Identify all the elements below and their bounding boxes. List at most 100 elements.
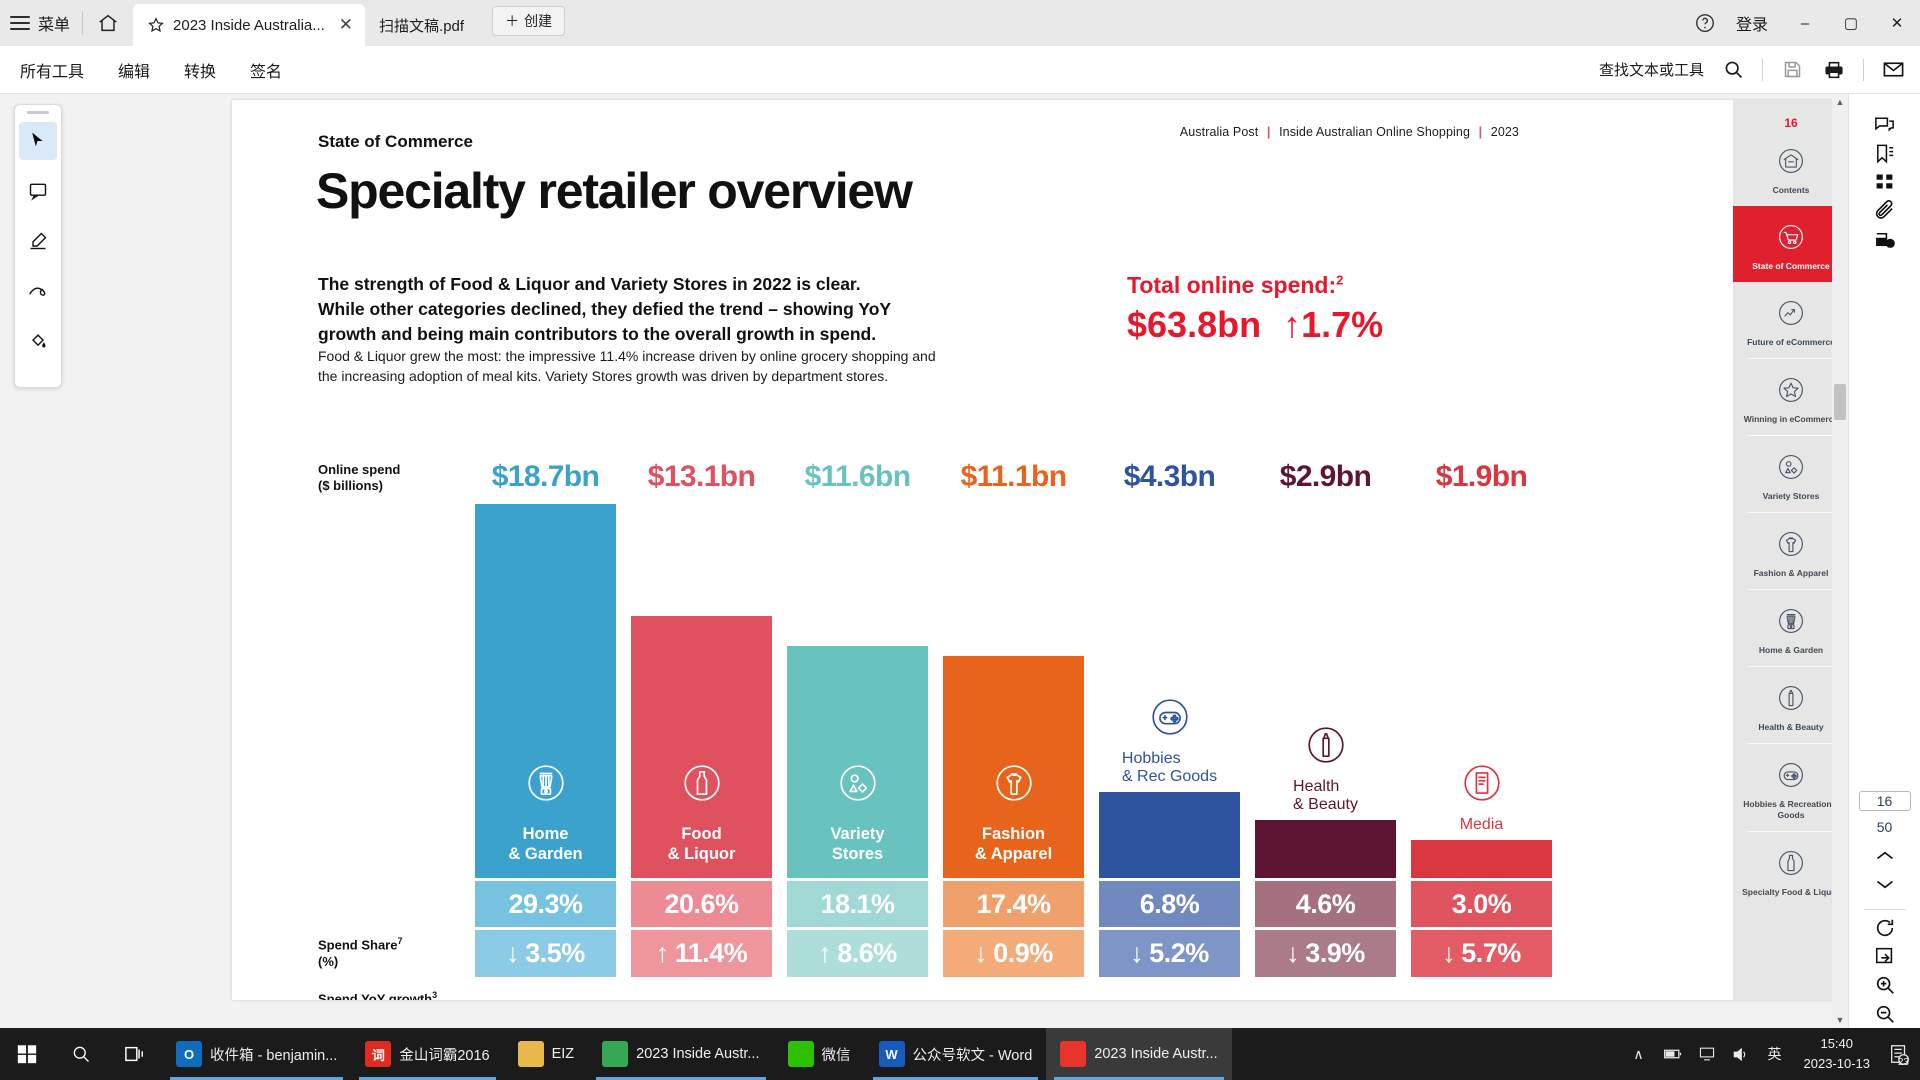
yoy-arrow: ↑ <box>655 938 670 968</box>
scroll-up-icon[interactable]: ▲ <box>1832 94 1848 110</box>
chart-column: $4.3bn Hobbies & Rec Goods 6.8% ↓ 5.2% <box>1099 460 1240 977</box>
contents-icon <box>1737 142 1845 180</box>
menu-label[interactable]: 菜单 <box>38 11 70 35</box>
taskbar-task-list: O 收件箱 - benjamin... 词金山词霸2016 EIZ 2023 Insid… <box>162 1028 1232 1080</box>
help-circle-icon[interactable] <box>1688 6 1722 40</box>
gamepad-icon <box>1142 689 1198 750</box>
taskbar-item[interactable]: 2023 Inside Austr... <box>1046 1028 1232 1080</box>
notification-center-icon[interactable]: 23 <box>1884 1028 1914 1080</box>
total-value: $63.8bn <box>1127 304 1262 345</box>
yoy-number: 0.9% <box>993 938 1053 968</box>
rotate-icon[interactable] <box>1865 913 1905 942</box>
taskbar-item-label: 2023 Inside Austr... <box>1094 1046 1218 1062</box>
taskbar-item[interactable]: EIZ <box>504 1028 589 1080</box>
page-thumbnails-icon[interactable] <box>1865 167 1905 196</box>
create-tab-button[interactable]: ＋ 创建 <box>492 6 566 36</box>
online-spend-value: $1.9bn <box>1435 460 1528 493</box>
bookmark-icon[interactable] <box>1865 139 1905 168</box>
toolbar-item-convert[interactable]: 转换 <box>184 58 216 82</box>
minimize-button[interactable]: – <box>1782 0 1828 46</box>
title-bar-left: 菜单 2023 Inside Australia... ✕ 扫描文稿.pdf ＋… <box>0 0 566 46</box>
search-icon[interactable] <box>1720 57 1746 83</box>
zoom-in-icon[interactable] <box>1865 971 1905 1000</box>
print-icon[interactable] <box>1821 57 1847 83</box>
page-number-input[interactable]: 16 <box>1858 791 1911 812</box>
spend-share-value: 4.6% <box>1255 881 1396 927</box>
mail-icon[interactable] <box>1880 57 1906 83</box>
chart-column: $18.7bn Home & Garden 29.3% ↓ 3.5% <box>475 460 616 977</box>
battery-icon[interactable] <box>1658 1028 1688 1080</box>
hamburger-menu-icon[interactable] <box>10 16 30 30</box>
taskbar-item-label: 微信 <box>821 1047 851 1064</box>
comment-icon[interactable] <box>1865 110 1905 139</box>
taskbar-item[interactable]: 微信 <box>774 1028 865 1080</box>
taskbar-item[interactable]: W 公众号软文 - Word <box>865 1028 1047 1080</box>
highlight-pen-icon[interactable] <box>19 222 57 260</box>
tray-chevron-icon[interactable]: ∧ <box>1624 1028 1654 1080</box>
fit-page-icon[interactable] <box>1865 942 1905 971</box>
taskbar-item[interactable]: 词金山词霸2016 <box>351 1028 503 1080</box>
taskbar-item[interactable]: O 收件箱 - benjamin... <box>162 1028 351 1080</box>
scrollbar-thumb[interactable] <box>1834 384 1846 420</box>
yoy-number: 5.7% <box>1461 938 1521 968</box>
close-icon[interactable]: ✕ <box>339 15 353 35</box>
bar <box>1255 820 1396 878</box>
yoy-number: 11.4% <box>674 938 748 968</box>
tab-label: 2023 Inside Australia... <box>173 16 325 34</box>
close-window-button[interactable]: ✕ <box>1874 0 1920 46</box>
volume-icon[interactable] <box>1726 1028 1756 1080</box>
row-label-line1: Spend YoY growth3 <box>318 990 437 1000</box>
category-label: Fashion & Apparel <box>975 825 1052 874</box>
toolbar-item-sign[interactable]: 签名 <box>250 58 282 82</box>
outside-label-group: Media <box>1411 755 1552 834</box>
zoom-out-icon[interactable] <box>1865 999 1905 1028</box>
nav-item-label: Health & Beauty <box>1758 722 1824 733</box>
yoy-growth-value: ↓ 5.7% <box>1411 930 1552 977</box>
clock[interactable]: 15:40 2023-10-13 <box>1794 1034 1881 1074</box>
yoy-number: 5.2% <box>1149 938 1209 968</box>
draw-line-icon[interactable] <box>19 272 57 310</box>
bar-chart-columns: $18.7bn Home & Garden 29.3% ↓ 3.5% $13.1bn Food… <box>475 460 1605 977</box>
attachment-icon[interactable] <box>1865 196 1905 225</box>
chevron-down-icon[interactable] <box>1865 870 1905 899</box>
lead-paragraph: The strength of Food & Liquor and Variet… <box>318 274 891 344</box>
yoy-growth-value: ↑ 8.6% <box>787 930 928 977</box>
total-label: Total online spend:2 <box>1127 272 1383 299</box>
pdf-page-content: Australia Post | Inside Australian Onlin… <box>232 100 1849 1000</box>
scroll-down-icon[interactable]: ▼ <box>1832 1012 1848 1028</box>
network-icon[interactable] <box>1692 1028 1722 1080</box>
home-icon[interactable] <box>95 10 121 36</box>
login-button[interactable]: 登录 <box>1722 11 1782 35</box>
row-label-line2: (%) <box>318 953 339 969</box>
taskbar-search-icon[interactable] <box>54 1028 108 1080</box>
save-icon[interactable] <box>1779 57 1805 83</box>
category-label: Media <box>1460 816 1504 834</box>
yoy-number: 8.6% <box>837 938 897 968</box>
online-spend-value: $4.3bn <box>1123 460 1216 493</box>
find-input[interactable]: 查找文本或工具 <box>1599 59 1704 80</box>
bar-area: Media <box>1411 504 1552 878</box>
fill-sign-icon[interactable] <box>19 322 57 360</box>
toolbar-item-all-tools[interactable]: 所有工具 <box>20 58 84 82</box>
maximize-button[interactable]: ▢ <box>1828 0 1874 46</box>
row-label-line1: Online spend <box>318 462 401 477</box>
select-cursor-icon[interactable] <box>19 122 57 160</box>
comment-icon[interactable] <box>19 172 57 210</box>
category-line2: & Garden <box>508 844 583 863</box>
ime-indicator[interactable]: 英 <box>1760 1028 1790 1080</box>
tab-1[interactable]: 扫描文稿.pdf <box>365 4 476 46</box>
chart-column: $2.9bn Health & Beauty 4.6% ↓ 3.9% <box>1255 460 1396 977</box>
chevron-up-icon[interactable] <box>1865 841 1905 870</box>
drag-handle[interactable] <box>27 111 49 114</box>
bar <box>1411 840 1552 878</box>
bar: Home & Garden <box>475 504 616 878</box>
toolbar-item-edit[interactable]: 编辑 <box>118 58 150 82</box>
left-tool-rail <box>14 104 62 388</box>
document-scrollbar[interactable]: ▲ ▼ <box>1832 94 1848 1028</box>
tab-0[interactable]: 2023 Inside Australia... ✕ <box>133 4 366 46</box>
task-view-icon[interactable] <box>108 1028 162 1080</box>
document-info-icon[interactable] <box>1865 225 1905 254</box>
star-icon[interactable] <box>147 16 165 34</box>
windows-start-icon[interactable] <box>0 1028 54 1080</box>
taskbar-item[interactable]: 2023 Inside Austr... <box>588 1028 773 1080</box>
